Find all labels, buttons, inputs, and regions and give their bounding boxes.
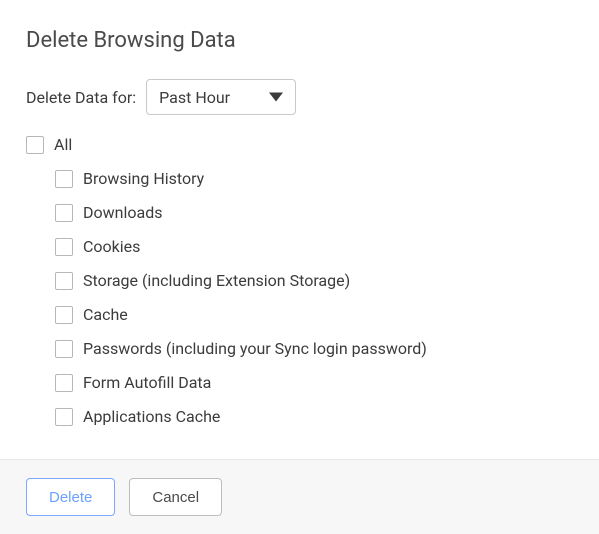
- checkbox-row-passwords: Passwords (including your Sync login pas…: [55, 337, 573, 361]
- checkbox-browsing-history[interactable]: [55, 170, 73, 188]
- chevron-down-icon: [269, 93, 283, 102]
- checkbox-label: Passwords (including your Sync login pas…: [83, 337, 427, 361]
- checkbox-row-storage: Storage (including Extension Storage): [55, 269, 573, 293]
- checkbox-label: Cache: [83, 303, 128, 327]
- checkbox-downloads[interactable]: [55, 204, 73, 222]
- checkbox-app-cache[interactable]: [55, 408, 73, 426]
- checkbox-row-all: All: [26, 133, 573, 157]
- dialog-title: Delete Browsing Data: [26, 28, 573, 53]
- dialog-footer: Delete Cancel: [0, 459, 599, 534]
- time-range-label: Delete Data for:: [26, 88, 136, 107]
- checkbox-row-cache: Cache: [55, 303, 573, 327]
- checkbox-label: Storage (including Extension Storage): [83, 269, 350, 293]
- checkbox-storage[interactable]: [55, 272, 73, 290]
- checkbox-row-downloads: Downloads: [55, 201, 573, 225]
- dialog-content: Delete Browsing Data Delete Data for: Pa…: [0, 0, 599, 459]
- checkbox-label: Applications Cache: [83, 405, 220, 429]
- checkbox-all[interactable]: [26, 136, 44, 154]
- delete-button[interactable]: Delete: [26, 478, 115, 516]
- time-range-selected: Past Hour: [159, 88, 230, 107]
- checkbox-label: Browsing History: [83, 167, 204, 191]
- checkbox-label: Cookies: [83, 235, 140, 259]
- checkbox-label: Downloads: [83, 201, 162, 225]
- cancel-button[interactable]: Cancel: [129, 478, 222, 516]
- checkbox-label: Form Autofill Data: [83, 371, 211, 395]
- checkbox-cookies[interactable]: [55, 238, 73, 256]
- time-range-row: Delete Data for: Past Hour: [26, 79, 573, 115]
- checkbox-row-cookies: Cookies: [55, 235, 573, 259]
- checkbox-row-browsing-history: Browsing History: [55, 167, 573, 191]
- checkbox-row-form-autofill: Form Autofill Data: [55, 371, 573, 395]
- checkbox-passwords[interactable]: [55, 340, 73, 358]
- checkbox-all-label: All: [54, 133, 72, 157]
- checkbox-row-app-cache: Applications Cache: [55, 405, 573, 429]
- data-type-list: Browsing History Downloads Cookies Stora…: [55, 167, 573, 429]
- time-range-select[interactable]: Past Hour: [146, 79, 296, 115]
- delete-browsing-data-dialog: Delete Browsing Data Delete Data for: Pa…: [0, 0, 599, 534]
- checkbox-cache[interactable]: [55, 306, 73, 324]
- checkbox-form-autofill[interactable]: [55, 374, 73, 392]
